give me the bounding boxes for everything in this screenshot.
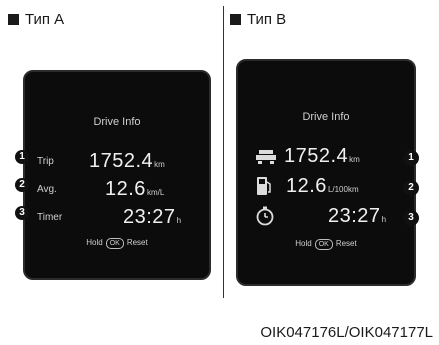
drive-info-title: Drive Info	[93, 116, 141, 128]
type-b-header-label: Тип B	[247, 11, 287, 28]
type-a-header-label: Тип A	[25, 11, 65, 28]
avg-row: Avg. 12.6km/L	[25, 178, 209, 200]
timer-value: 23:27h	[328, 205, 387, 227]
trip-row: 1752.4km	[238, 145, 414, 167]
timer-label: Timer	[37, 212, 63, 223]
trip-label: Trip	[37, 156, 54, 167]
drive-info-title: Drive Info	[302, 111, 350, 123]
fuel-pump-icon	[257, 177, 271, 195]
avg-value: 12.6km/L	[105, 178, 165, 200]
trip-value: 1752.4km	[89, 150, 165, 172]
type-b-header: Тип B	[230, 11, 286, 28]
column-divider	[223, 6, 224, 298]
marker-3: 3	[403, 210, 419, 226]
trip-value: 1752.4km	[284, 145, 360, 167]
ok-key: OK	[105, 238, 124, 249]
image-code-caption: OIK047176L/OIK047177L	[260, 324, 433, 341]
hold-reset-hint: Hold OK Reset	[295, 239, 357, 250]
marker-1: 1	[403, 150, 419, 166]
type-b-display: Drive Info 1752.4km 12.6L/100km 23:27h H…	[236, 59, 416, 286]
timer-row: Timer 23:27h	[25, 206, 209, 228]
avg-label: Avg.	[37, 184, 57, 195]
type-a-display: Drive Info Trip 1752.4km Avg. 12.6km/L T…	[23, 70, 211, 280]
marker-2: 2	[15, 178, 29, 192]
timer-unit: h	[176, 216, 182, 225]
avg-unit: km/L	[146, 188, 165, 197]
marker-1: 1	[15, 150, 29, 164]
trip-row: Trip 1752.4km	[25, 150, 209, 172]
fuel-row: 12.6L/100km	[238, 175, 414, 197]
trip-unit: km	[349, 155, 360, 164]
type-a-header: Тип A	[8, 11, 64, 28]
timer-row: 23:27h	[238, 205, 414, 227]
stopwatch-icon	[256, 206, 274, 226]
car-trip-icon	[256, 150, 276, 164]
fuel-unit: L/100km	[327, 185, 359, 194]
timer-unit: h	[381, 215, 387, 224]
trip-unit: km	[154, 160, 165, 169]
fuel-value: 12.6L/100km	[286, 175, 359, 197]
marker-3: 3	[15, 206, 29, 220]
square-bullet-icon	[230, 14, 241, 25]
marker-2: 2	[403, 180, 419, 196]
ok-key: OK	[314, 239, 333, 250]
timer-value: 23:27h	[123, 206, 182, 228]
square-bullet-icon	[8, 14, 19, 25]
hold-reset-hint: Hold OK Reset	[86, 238, 148, 249]
